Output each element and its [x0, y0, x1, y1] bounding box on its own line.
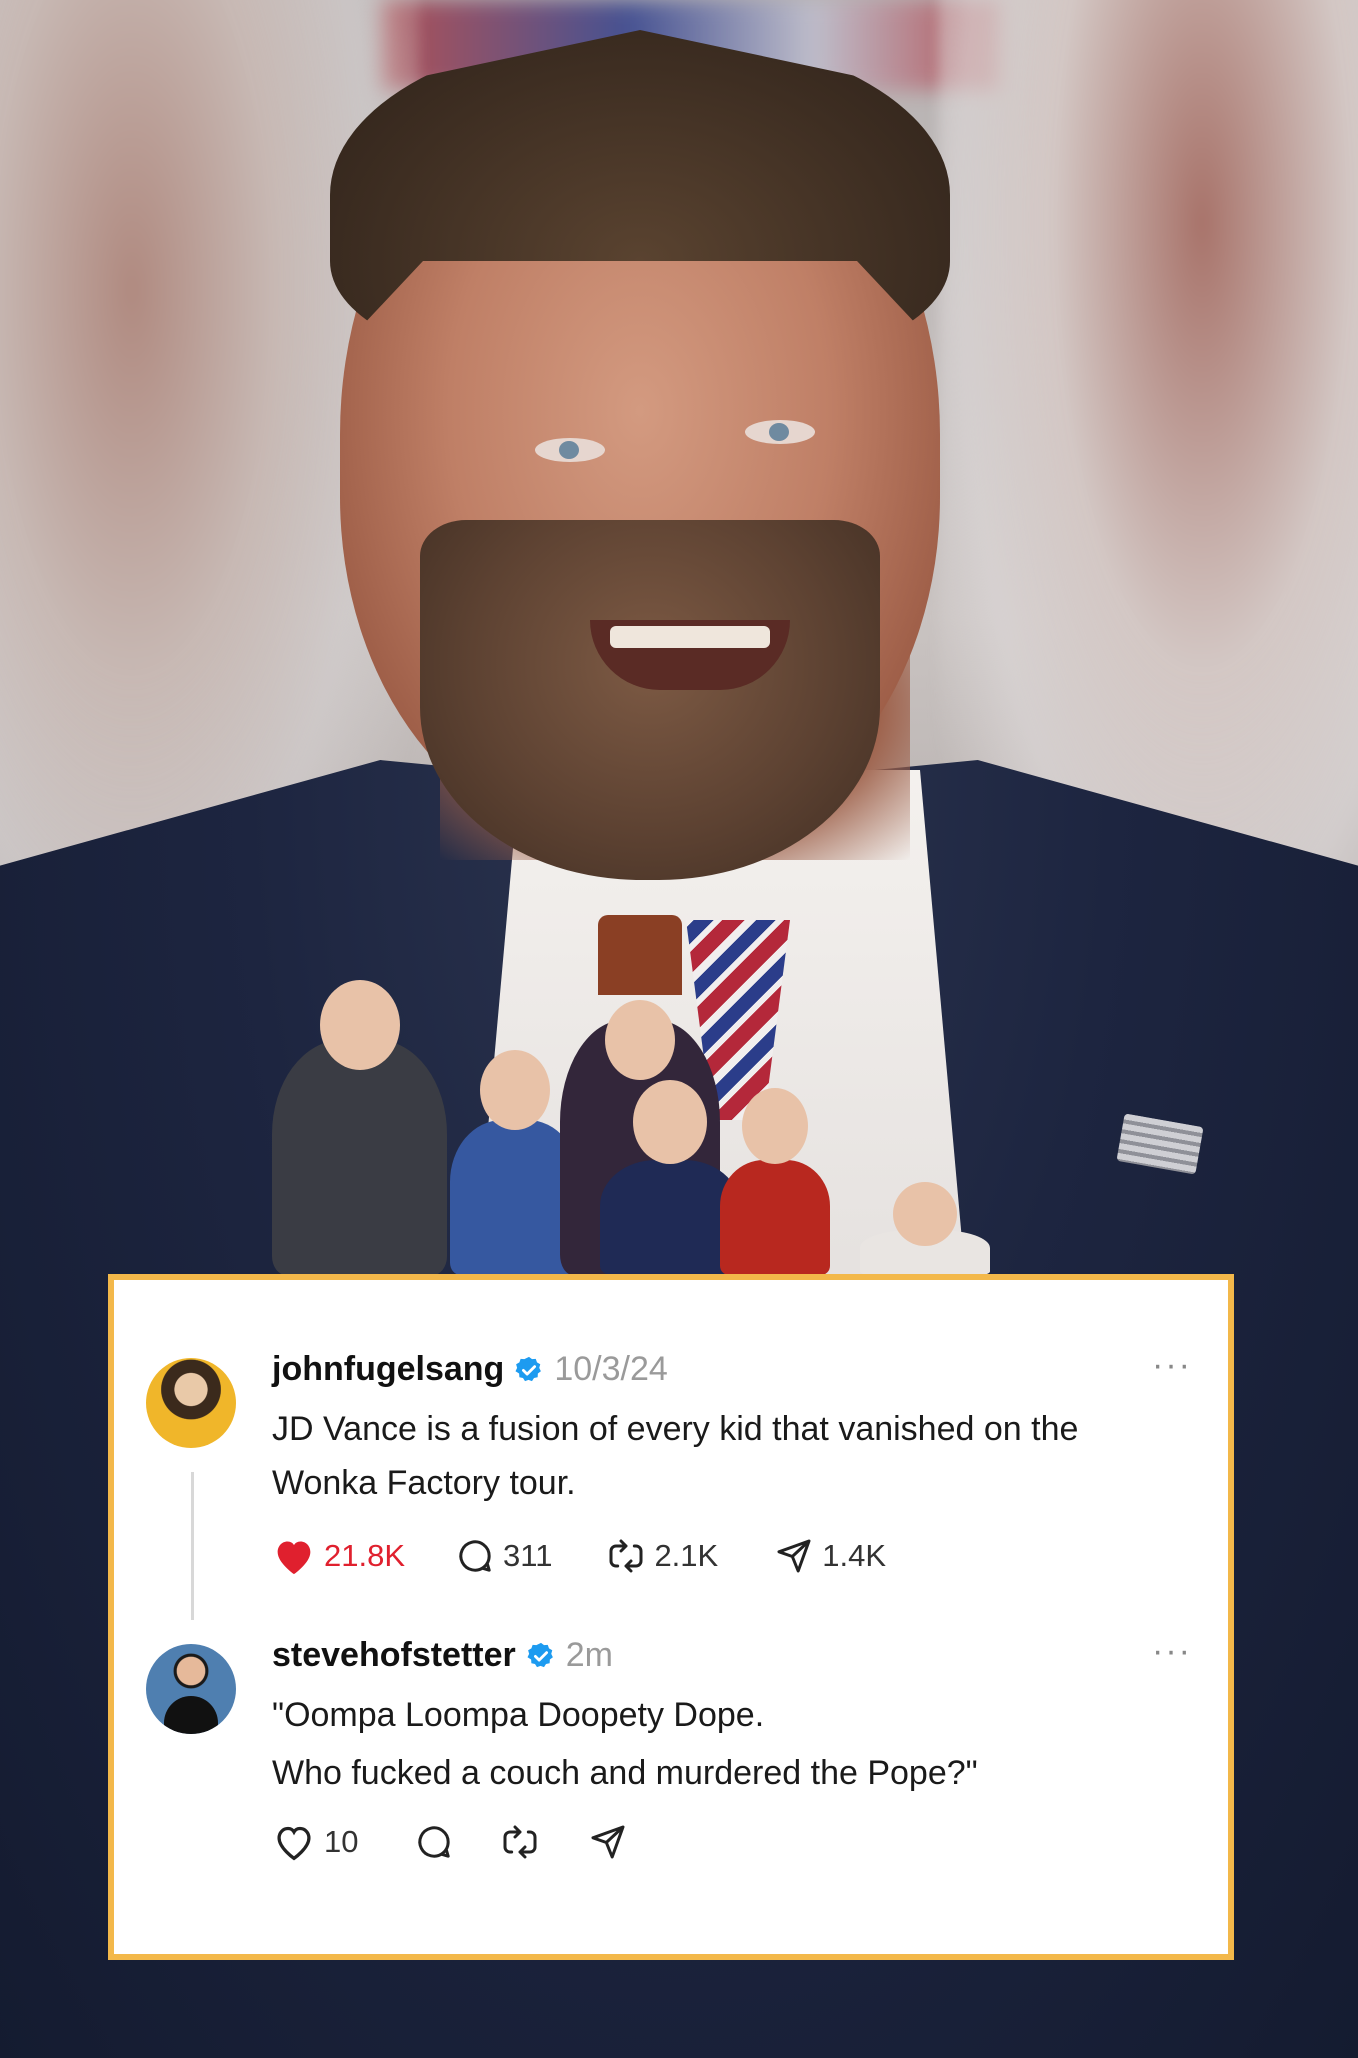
- teeth: [610, 626, 770, 648]
- threads-card: johnfugelsang 10/3/24 ··· JD Vance is a …: [108, 1274, 1234, 1960]
- post-text: "Oompa Loompa Doopety Dope. Who fucked a…: [272, 1686, 978, 1802]
- share-icon: [591, 1825, 625, 1859]
- more-icon[interactable]: ···: [1152, 1346, 1192, 1385]
- left-eye: [535, 438, 605, 462]
- heart-icon: [277, 1541, 311, 1575]
- username[interactable]: johnfugelsang: [272, 1350, 504, 1389]
- action-bar: 10: [272, 1822, 628, 1862]
- reply-count: 311: [503, 1538, 553, 1573]
- reply-button[interactable]: 311: [455, 1536, 552, 1576]
- share-button[interactable]: 1.4K: [774, 1536, 886, 1576]
- beard: [420, 520, 880, 880]
- post-text-line-2: Wonka Factory tour.: [272, 1464, 576, 1502]
- post-text-line-2: Who fucked a couch and murdered the Pope…: [272, 1754, 978, 1792]
- repost-icon: [609, 1539, 643, 1573]
- kid-5: [860, 1182, 990, 1275]
- repost-icon: [503, 1825, 537, 1859]
- post-header: johnfugelsang 10/3/24: [272, 1350, 668, 1389]
- post-header: stevehofstetter 2m: [272, 1636, 613, 1675]
- avatar[interactable]: [146, 1644, 236, 1734]
- reply-button[interactable]: [414, 1822, 454, 1862]
- avatar[interactable]: [146, 1358, 236, 1448]
- heart-icon: [277, 1826, 311, 1861]
- kid-3: [600, 1080, 740, 1275]
- kid-1: [272, 980, 447, 1275]
- action-bar: 21.8K 311 2.1K 1.4K: [272, 1536, 886, 1576]
- post-text-line-1: JD Vance is a fusion of every kid that v…: [272, 1410, 1079, 1448]
- timestamp: 10/3/24: [554, 1350, 668, 1388]
- share-button[interactable]: [588, 1822, 628, 1862]
- repost-count: 2.1K: [654, 1538, 719, 1573]
- like-button[interactable]: 10: [272, 1822, 358, 1862]
- post-text-line-1: "Oompa Loompa Doopety Dope.: [272, 1696, 765, 1734]
- share-icon: [777, 1539, 811, 1573]
- like-count: 21.8K: [324, 1538, 406, 1573]
- verified-badge-icon: [515, 1356, 542, 1381]
- timestamp: 2m: [565, 1636, 613, 1674]
- kid-4: [720, 1088, 830, 1275]
- like-count: 10: [324, 1824, 359, 1859]
- more-icon[interactable]: ···: [1152, 1632, 1192, 1671]
- like-button[interactable]: 21.8K: [272, 1536, 405, 1576]
- reply-icon: [418, 1826, 451, 1858]
- username[interactable]: stevehofstetter: [272, 1636, 516, 1675]
- repost-button[interactable]: [500, 1822, 540, 1862]
- share-count: 1.4K: [822, 1538, 886, 1573]
- verified-badge-icon: [527, 1642, 553, 1667]
- repost-button[interactable]: 2.1K: [606, 1536, 718, 1576]
- reply-icon: [459, 1540, 491, 1572]
- right-eye: [745, 420, 815, 444]
- post-text: JD Vance is a fusion of every kid that v…: [272, 1402, 1078, 1510]
- thread-connector-line: [191, 1472, 194, 1620]
